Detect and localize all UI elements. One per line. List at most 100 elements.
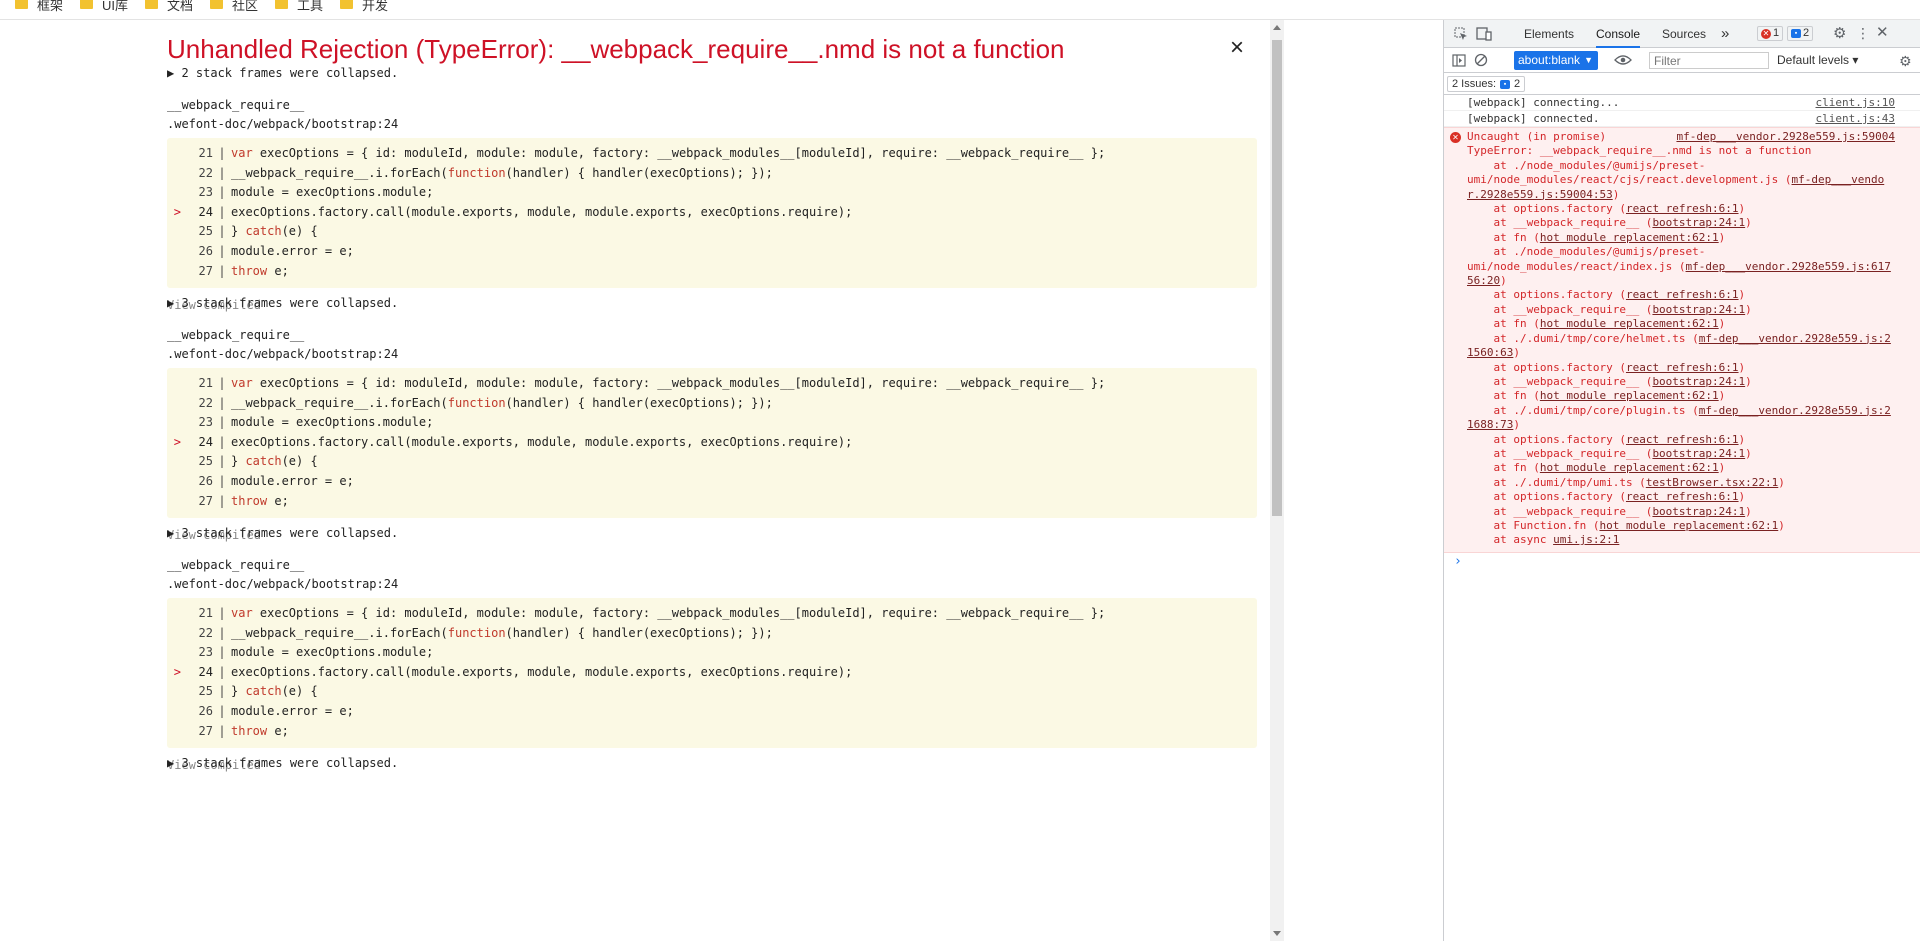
gutter-separator: | — [218, 664, 226, 679]
stack-text: TypeError: __webpack_require__.nmd is no… — [1467, 144, 1812, 158]
bookmarks-bar: 框架 UI库 文档 社区 工具 开发 — [0, 0, 1920, 20]
stack-text: at options.factory ( — [1467, 490, 1626, 504]
code-text: __webpack_require__.i.forEach( — [231, 625, 448, 640]
kebab-menu-icon[interactable]: ⋮ — [1856, 26, 1870, 40]
close-devtools-icon[interactable]: ✕ — [1876, 25, 1889, 40]
collapsed-frames-toggle[interactable]: ▶ 2 stack frames were collapsed. — [167, 66, 398, 80]
stack-source-link[interactable]: mf-dep___vendor.2928e559.js:617 — [1686, 260, 1891, 273]
stack-source-link[interactable]: mf-dep___vendor.2928e559.js:2 — [1699, 404, 1891, 417]
stack-trace-line: at fn (hot module replacement:62:1) — [1467, 389, 1920, 403]
console-prompt[interactable]: › — [1444, 553, 1920, 571]
device-toolbar-icon[interactable] — [1476, 27, 1492, 43]
stack-source-link[interactable]: mf-dep___vendor.2928e559.js:2 — [1699, 332, 1891, 345]
bookmark-folder[interactable]: 工具 — [275, 0, 323, 14]
log-source-link[interactable]: client.js:43 — [1816, 111, 1895, 127]
bookmark-folder[interactable]: UI库 — [80, 0, 128, 14]
highlight-marker: > — [173, 204, 181, 219]
code-line: 27 | throw e; — [167, 494, 1257, 514]
code-text: (handler) { handler(execOptions); }); — [505, 625, 773, 640]
stack-source-link[interactable]: react refresh:6:1 — [1626, 490, 1739, 503]
gutter-separator: | — [218, 703, 226, 718]
gutter-separator: | — [218, 165, 226, 180]
stack-source-link[interactable]: react refresh:6:1 — [1626, 202, 1739, 215]
stack-source-link[interactable]: bootstrap:24:1 — [1652, 447, 1745, 460]
stack-source-link[interactable]: 1560:63 — [1467, 346, 1513, 359]
scroll-up-icon[interactable] — [1273, 25, 1281, 30]
stack-source-link[interactable]: bootstrap:24:1 — [1652, 375, 1745, 388]
page-scrollbar[interactable] — [1270, 20, 1284, 941]
bookmark-folder[interactable]: 社区 — [210, 0, 258, 14]
scroll-thumb[interactable] — [1272, 40, 1282, 516]
bookmark-folder[interactable]: 文档 — [145, 0, 193, 14]
stack-text: ) — [1718, 389, 1726, 403]
tab-sources[interactable]: Sources — [1662, 20, 1706, 48]
stack-source-link[interactable]: mf-dep___vendo — [1792, 173, 1885, 186]
stack-source-link[interactable]: bootstrap:24:1 — [1652, 303, 1745, 316]
stack-function-name: __webpack_require__ — [167, 558, 305, 572]
gear-icon[interactable]: ⚙ — [1833, 26, 1846, 41]
error-source-link[interactable]: mf-dep___vendor.2928e559.js:59004 — [1676, 130, 1895, 144]
stack-text: ) — [1745, 302, 1752, 316]
stack-source-link[interactable]: bootstrap:24:1 — [1652, 505, 1745, 518]
code-text: module = execOptions.module; — [231, 645, 434, 660]
line-number: 23 — [198, 185, 213, 200]
collapsed-frames-toggle[interactable]: ▶ 3 stack frames were collapsed. — [167, 756, 398, 770]
log-source-link[interactable]: client.js:10 — [1816, 95, 1895, 111]
stack-source-link[interactable]: react refresh:6:1 — [1626, 433, 1739, 446]
issues-count: 2 — [1514, 78, 1521, 90]
more-tabs-button[interactable]: » — [1721, 20, 1729, 48]
code-text: execOptions.factory.call(module.exports,… — [231, 204, 853, 219]
stack-text: umi/node_modules/react/cjs/react.develop… — [1467, 173, 1792, 187]
stack-source-link[interactable]: bootstrap:24:1 — [1652, 216, 1745, 229]
clear-console-icon[interactable] — [1474, 53, 1488, 69]
context-selector[interactable]: about:blank ▼ — [1514, 51, 1598, 70]
stack-source-link[interactable]: hot module replacement:62:1 — [1540, 461, 1719, 474]
issues-button[interactable]: 2 Issues: ▪ 2 — [1447, 76, 1526, 92]
highlight-marker — [167, 606, 181, 626]
sidebar-toggle-icon[interactable] — [1452, 54, 1466, 69]
tab-elements[interactable]: Elements — [1524, 20, 1574, 48]
log-levels-dropdown[interactable]: Default levels ▾ — [1777, 48, 1858, 73]
collapsed-frames-toggle[interactable]: ▶ 3 stack frames were collapsed. — [167, 526, 398, 540]
stack-source-link[interactable]: testBrowser.tsx:22:1 — [1646, 476, 1778, 489]
stack-source-link[interactable]: react refresh:6:1 — [1626, 288, 1739, 301]
stack-source-link[interactable]: hot module replacement:62:1 — [1540, 389, 1719, 402]
stack-source-link[interactable]: hot module replacement:62:1 — [1540, 317, 1719, 330]
console-settings-icon[interactable]: ⚙ — [1899, 54, 1912, 68]
line-number: 26 — [198, 703, 213, 718]
issues-label: 2 Issues: — [1452, 78, 1497, 90]
stack-source-link[interactable]: hot module replacement:62:1 — [1540, 231, 1719, 244]
stack-source-link[interactable]: 1688:73 — [1467, 418, 1513, 431]
line-number: 27 — [198, 723, 213, 738]
inspect-element-icon[interactable] — [1454, 27, 1468, 43]
folder-icon — [15, 0, 28, 9]
stack-trace-line: TypeError: __webpack_require__.nmd is no… — [1467, 144, 1920, 158]
stack-source-link[interactable]: hot module replacement:62:1 — [1599, 519, 1778, 532]
stack-text: ) — [1718, 230, 1726, 244]
bookmark-folder[interactable]: 框架 — [15, 0, 63, 14]
close-button[interactable]: × — [1230, 36, 1244, 60]
stack-function-name: __webpack_require__ — [167, 98, 305, 112]
stack-source-link[interactable]: react refresh:6:1 — [1626, 361, 1739, 374]
highlight-marker — [167, 244, 181, 264]
stack-source-link[interactable]: umi.js:2:1 — [1553, 533, 1619, 546]
scroll-down-icon[interactable] — [1273, 931, 1281, 936]
stack-source-link[interactable]: r.2928e559.js:59004:53 — [1467, 188, 1613, 201]
code-line: 22 | __webpack_require__.i.forEach(functio… — [167, 626, 1257, 646]
collapsed-frames-toggle[interactable]: ▶ 3 stack frames were collapsed. — [167, 296, 398, 310]
stack-text: at ./.dumi/tmp/core/helmet.ts ( — [1467, 331, 1699, 345]
message-count-badge[interactable]: ▪ 2 — [1787, 26, 1814, 41]
code-text: } — [231, 684, 246, 699]
eye-icon[interactable] — [1614, 54, 1632, 68]
stack-source-link[interactable]: 56:20 — [1467, 274, 1500, 287]
stack-trace-line: at options.factory (react refresh:6:1) — [1467, 202, 1920, 216]
folder-icon — [340, 0, 353, 9]
bookmark-label: 框架 — [37, 0, 64, 13]
stack-trace-line: umi/node_modules/react/index.js (mf-dep_… — [1467, 260, 1920, 274]
tab-console[interactable]: Console — [1596, 20, 1641, 48]
filter-input[interactable] — [1649, 52, 1769, 69]
bookmark-folder[interactable]: 开发 — [340, 0, 388, 14]
line-number: 21 — [198, 146, 213, 160]
error-count-badge[interactable]: ✕ 1 — [1757, 26, 1784, 41]
stack-trace-line: at ./node_modules/@umijs/preset- — [1467, 245, 1920, 259]
